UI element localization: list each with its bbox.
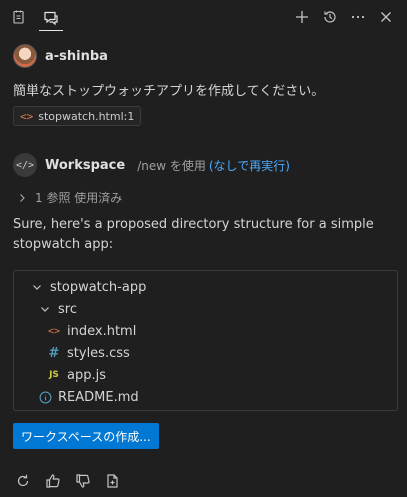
ellipsis-icon xyxy=(350,9,366,25)
username: a-shinba xyxy=(45,48,108,64)
tree-item-label: stopwatch-app xyxy=(50,279,147,295)
new-file-icon xyxy=(105,473,121,489)
info-icon xyxy=(38,391,52,404)
tree-item-file[interactable]: JS app.js xyxy=(47,364,106,386)
tree-item-label: app.js xyxy=(67,367,106,383)
tree-item-label: index.html xyxy=(67,323,137,339)
thumbs-up-button[interactable] xyxy=(44,472,62,490)
chevron-down-icon xyxy=(30,281,44,293)
tree-item-file[interactable]: README.md xyxy=(38,386,139,408)
create-workspace-button[interactable]: ワークスペースの作成... xyxy=(13,423,159,449)
retry-button[interactable] xyxy=(14,472,32,490)
chat-icon xyxy=(43,10,59,26)
tree-item-folder[interactable]: stopwatch-app xyxy=(30,276,146,298)
history-button[interactable] xyxy=(319,6,341,28)
user-request: 簡単なストップウォッチアプリを作成してください。 xyxy=(13,84,325,99)
rerun-without-link[interactable]: (なしで再実行) xyxy=(209,157,290,174)
html-file-icon: <> xyxy=(47,325,61,337)
tree-item-file[interactable]: # styles.css xyxy=(47,342,130,364)
used-references-toggle[interactable]: 1 参照 使用済み xyxy=(17,189,122,206)
response-text: Sure, here's a proposed directory struct… xyxy=(13,217,374,252)
tree-item-label: src xyxy=(58,301,77,317)
chevron-right-icon xyxy=(17,193,27,203)
thumbs-up-icon xyxy=(45,473,61,489)
insert-into-notebook-button[interactable] xyxy=(104,472,122,490)
response-actions xyxy=(14,472,122,490)
refresh-icon xyxy=(15,473,31,489)
tree-item-label: styles.css xyxy=(67,345,130,361)
chat-header xyxy=(0,0,407,34)
js-file-icon: JS xyxy=(49,370,59,380)
close-icon xyxy=(378,9,394,25)
reference-chip-label: stopwatch.html:1 xyxy=(38,109,135,123)
html-code-icon: <> xyxy=(20,109,34,123)
thumbs-down-button[interactable] xyxy=(74,472,92,490)
more-actions-button[interactable] xyxy=(347,6,369,28)
thumbs-down-icon xyxy=(75,473,91,489)
reference-chip[interactable]: <> stopwatch.html:1 xyxy=(13,106,142,126)
css-file-icon: # xyxy=(48,345,60,361)
agent-name: Workspace xyxy=(45,157,126,173)
tree-item-file[interactable]: <> index.html xyxy=(47,320,136,342)
avatar xyxy=(13,44,37,68)
agent-header: </> Workspace /new を使用 (なしで再実行) xyxy=(13,153,290,177)
close-button[interactable] xyxy=(375,6,397,28)
user-header: a-shinba xyxy=(13,44,108,68)
chevron-down-icon xyxy=(38,303,52,315)
tree-item-label: README.md xyxy=(58,389,139,405)
plus-icon xyxy=(294,9,310,25)
tree-item-folder[interactable]: src xyxy=(38,298,77,320)
file-tree-preview: stopwatch-app src <> index.html # styles… xyxy=(13,270,398,411)
tab-chat[interactable] xyxy=(39,5,63,31)
new-chat-button[interactable] xyxy=(291,6,313,28)
agent-command: /new を使用 xyxy=(137,158,206,173)
workspace-agent-icon: </> xyxy=(13,153,37,177)
used-references-label: 1 参照 使用済み xyxy=(35,191,123,205)
history-icon xyxy=(322,9,338,25)
tab-notebook[interactable] xyxy=(7,5,31,29)
notebook-icon xyxy=(11,9,27,25)
